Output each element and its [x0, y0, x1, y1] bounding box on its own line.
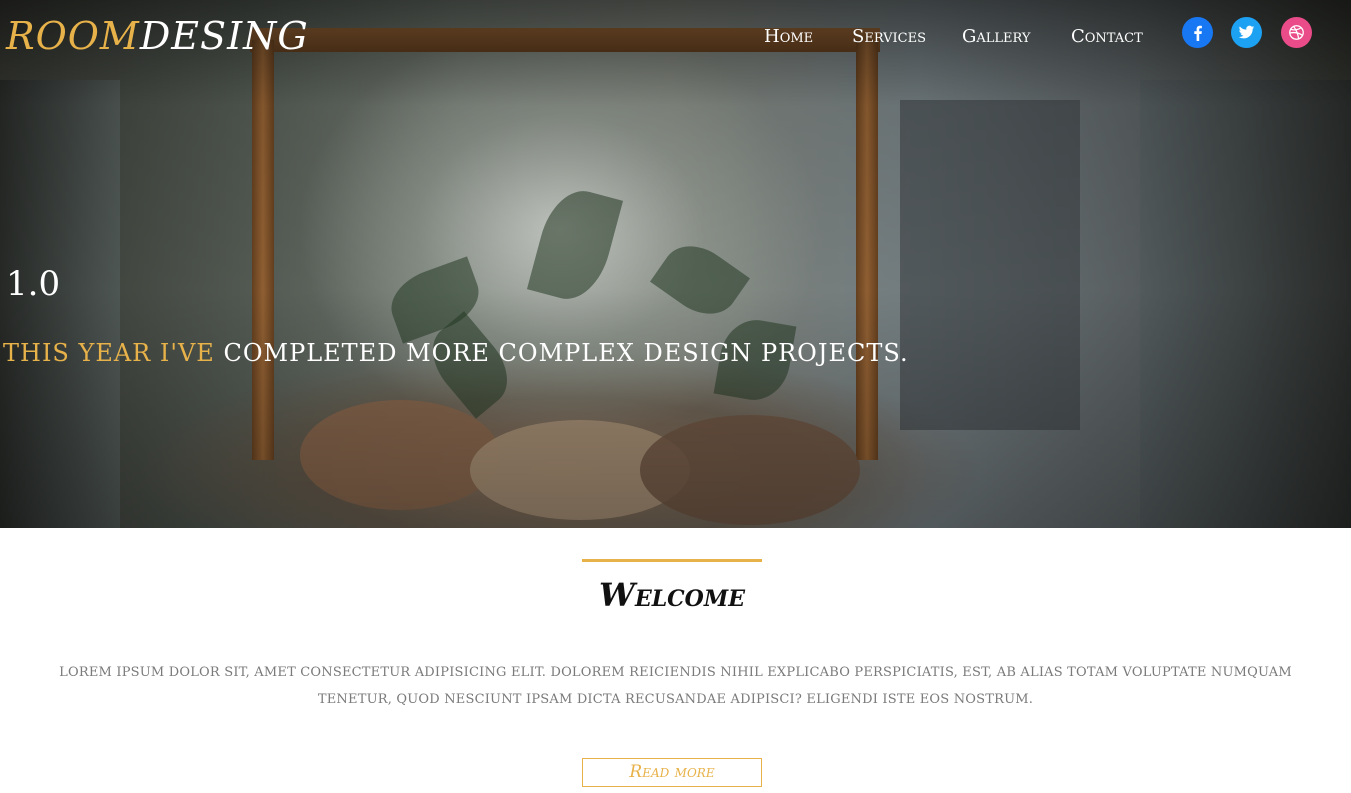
- twitter-icon[interactable]: [1231, 17, 1262, 48]
- dribbble-icon[interactable]: [1281, 17, 1312, 48]
- nav-contact[interactable]: Contact: [1071, 24, 1143, 50]
- hero-section: ROOMDESING Home Services Gallery Contact…: [0, 0, 1351, 528]
- nav-gallery[interactable]: Gallery: [962, 24, 1031, 50]
- site-logo[interactable]: ROOMDESING: [6, 12, 309, 60]
- welcome-title: Welcome: [599, 576, 745, 614]
- hero-subtitle-highlight: THIS YEAR I'VE: [3, 339, 215, 367]
- welcome-text: Lorem ipsum dolor sit, amet consectetur …: [59, 665, 1292, 707]
- hero-subtitle: THIS YEAR I'VE COMPLETED MORE COMPLEX DE…: [3, 336, 909, 370]
- welcome-divider: [582, 559, 762, 562]
- read-more-button[interactable]: Read more: [582, 758, 762, 787]
- facebook-icon[interactable]: [1182, 17, 1213, 48]
- logo-part-desing: DESING: [139, 14, 309, 58]
- hero-number: 1.0: [6, 264, 61, 304]
- nav-home[interactable]: Home: [764, 24, 813, 50]
- hero-overlay: [0, 0, 1351, 528]
- nav-services[interactable]: Services: [852, 24, 926, 50]
- logo-part-room: ROOM: [6, 14, 140, 58]
- hero-subtitle-rest: COMPLETED MORE COMPLEX DESIGN PROJECTS.: [223, 339, 909, 367]
